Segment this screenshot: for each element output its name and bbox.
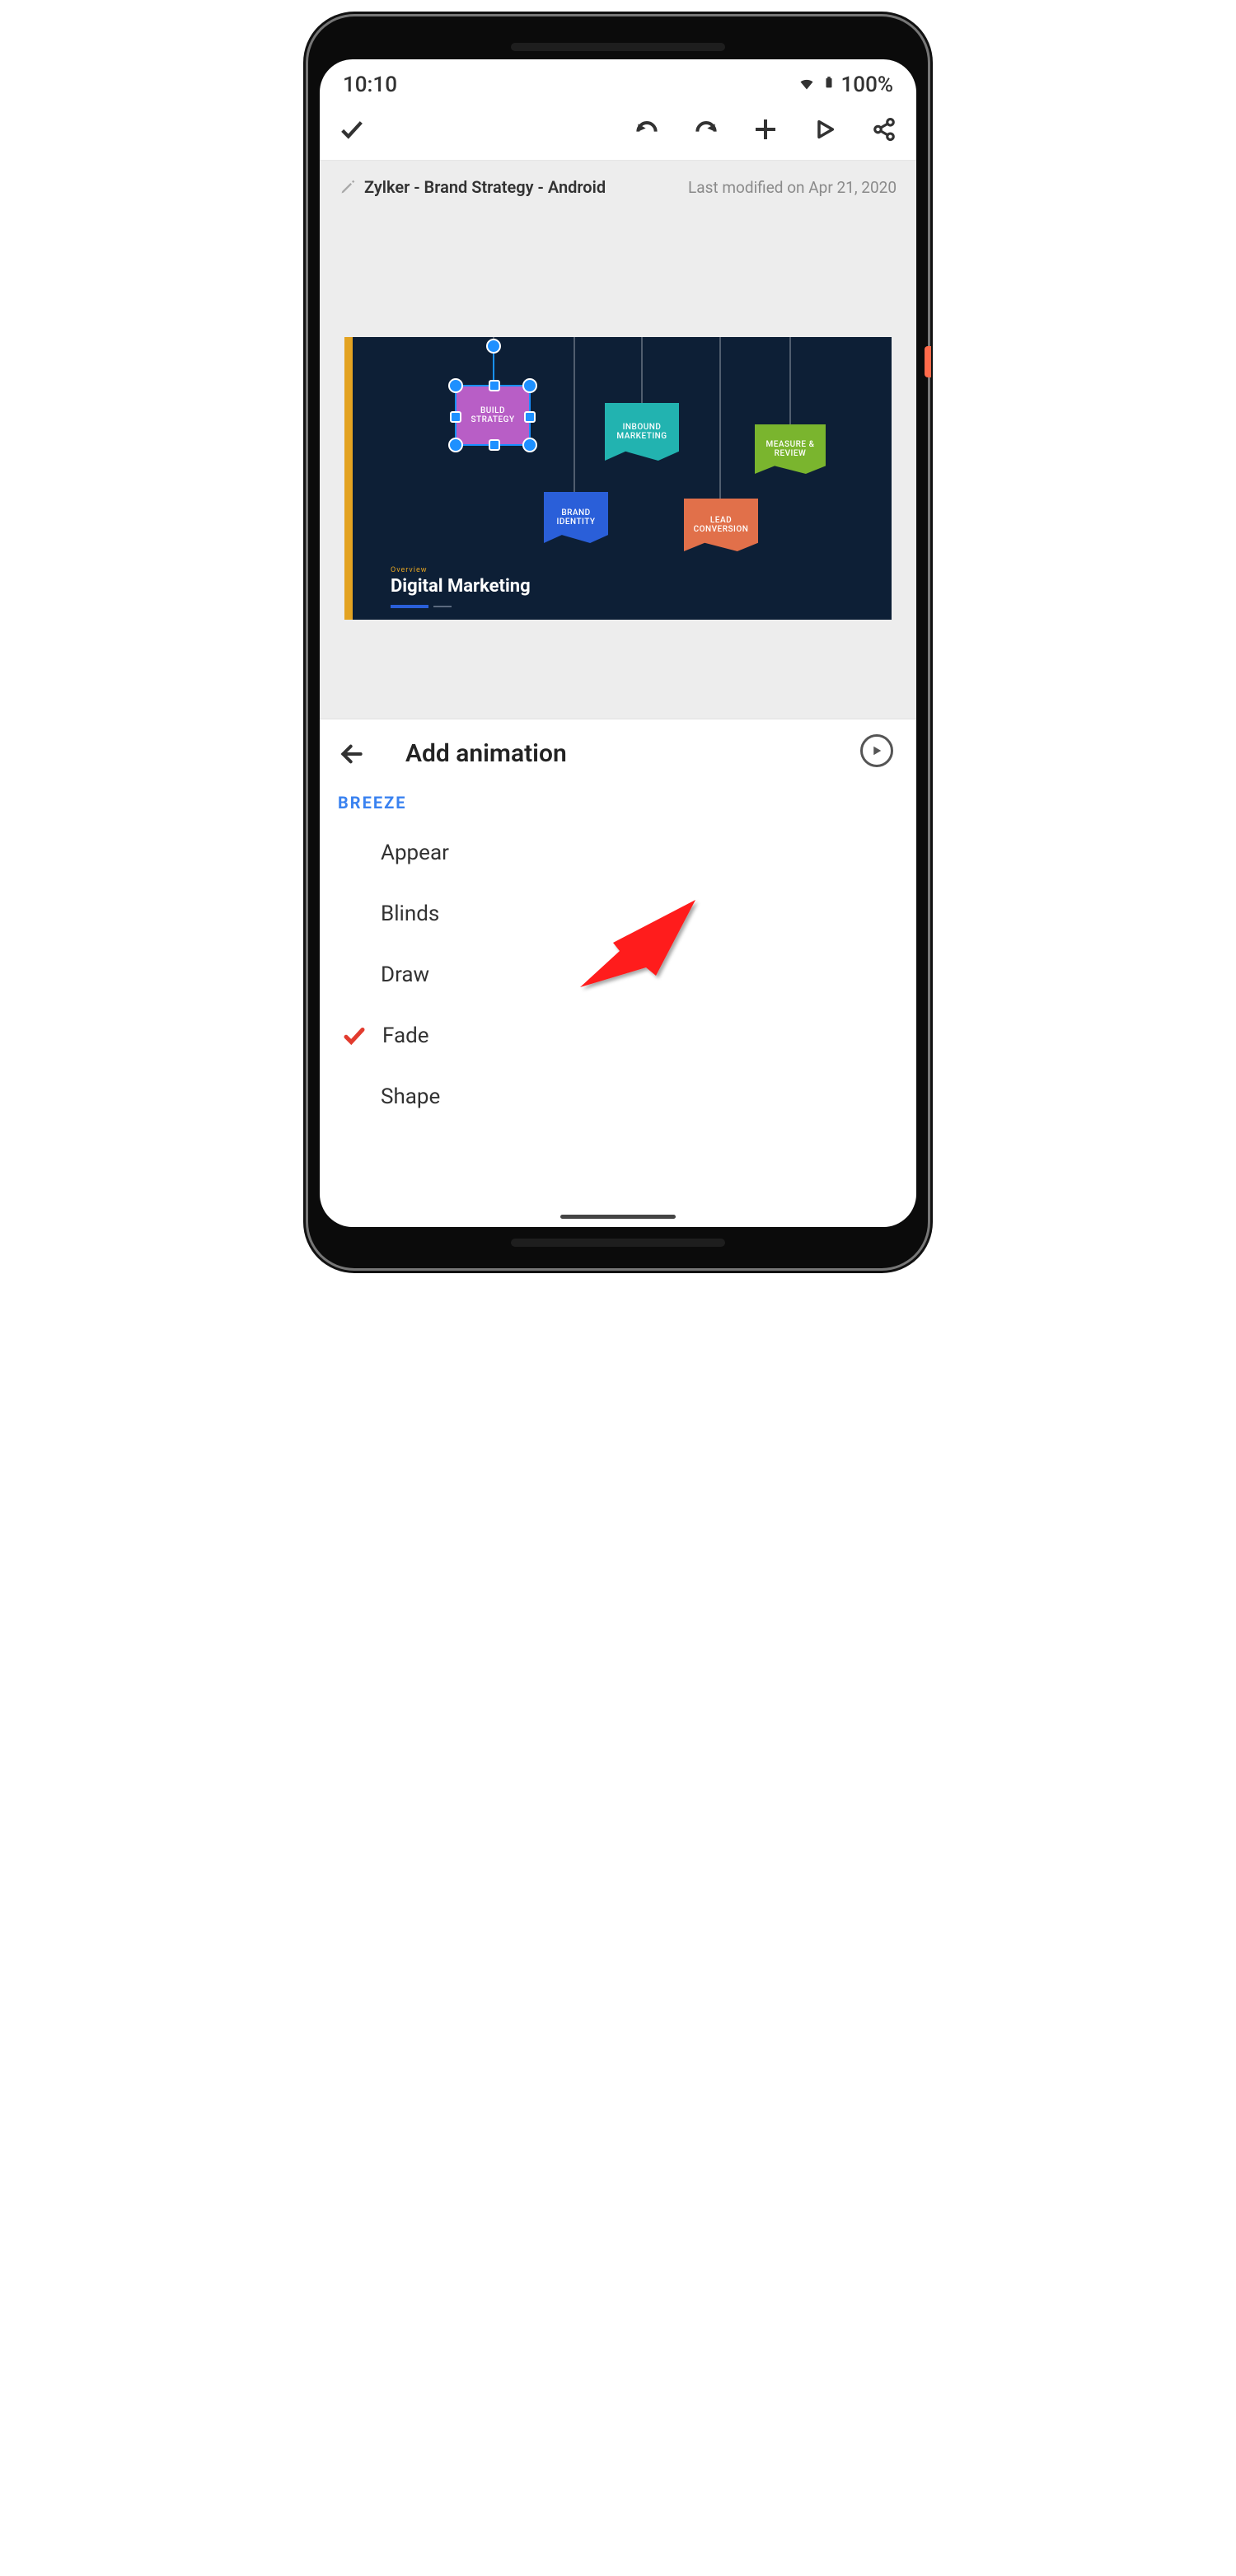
category-breeze: BREEZE [338, 793, 901, 813]
slide-canvas[interactable]: BUILD STRATEGY INBOUND [320, 213, 916, 719]
add-button[interactable] [751, 115, 780, 143]
battery-icon [823, 73, 835, 97]
redo-button[interactable] [692, 115, 720, 143]
document-header: Zylker - Brand Strategy - Android Last m… [320, 161, 916, 213]
share-button[interactable] [870, 115, 898, 143]
status-time: 10:10 [343, 73, 397, 97]
home-indicator[interactable] [560, 1215, 676, 1219]
shape-inbound-marketing[interactable]: INBOUND MARKETING [605, 403, 679, 461]
last-modified-text: Last modified on Apr 21, 2020 [688, 178, 897, 197]
preview-animation-button[interactable] [860, 734, 893, 767]
slide-title-block: Overview Digital Marketing [391, 566, 531, 597]
slide-preview[interactable]: BUILD STRATEGY INBOUND [344, 337, 892, 620]
animation-item-draw[interactable]: Draw [335, 944, 901, 1005]
shape-lead-conversion[interactable]: LEAD CONVERSION [684, 499, 758, 551]
animation-item-blinds[interactable]: Blinds [335, 883, 901, 944]
animation-item-shape[interactable]: Shape [335, 1066, 901, 1127]
animation-panel: Add animation BREEZE Appear Blinds Draw … [320, 719, 916, 1139]
document-title[interactable]: Zylker - Brand Strategy - Android [364, 177, 606, 197]
pencil-icon [339, 179, 356, 195]
selection-box[interactable] [455, 385, 531, 446]
status-bar: 10:10 100% [320, 59, 916, 102]
undo-button[interactable] [633, 115, 661, 143]
shape-measure-review[interactable]: MEASURE & REVIEW [755, 424, 826, 474]
animation-item-appear[interactable]: Appear [335, 822, 901, 883]
shape-brand-identity[interactable]: BRAND IDENTITY [544, 492, 608, 543]
panel-title: Add animation [405, 739, 567, 768]
back-button[interactable] [338, 740, 366, 768]
confirm-button[interactable] [338, 115, 366, 143]
wifi-icon [797, 73, 817, 97]
animation-item-fade[interactable]: Fade [335, 1005, 901, 1066]
check-icon [341, 1023, 368, 1048]
play-button[interactable] [811, 115, 839, 143]
battery-percent: 100% [841, 73, 893, 97]
editor-toolbar [320, 102, 916, 161]
